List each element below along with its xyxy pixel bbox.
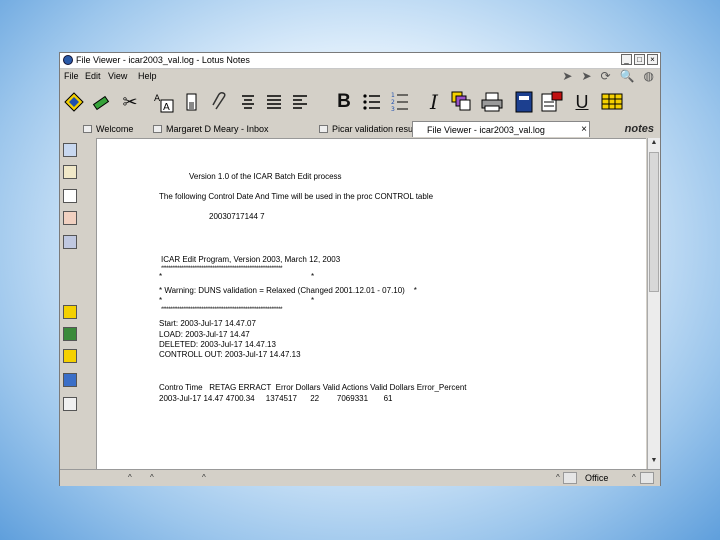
bold-icon[interactable]: B: [332, 89, 356, 115]
tab-label: Margaret D Meary - Inbox: [166, 124, 269, 134]
svg-text:A: A: [154, 94, 161, 104]
cut-icon[interactable]: ✂: [118, 89, 142, 115]
location-field[interactable]: Office: [585, 470, 608, 486]
menu-file[interactable]: File: [64, 69, 79, 84]
tab-validation-result[interactable]: Picar validation result: [318, 121, 420, 137]
mail-bookmark-icon[interactable]: [63, 143, 77, 157]
align-center-icon[interactable]: [236, 89, 260, 115]
history-bookmark-icon[interactable]: [63, 397, 77, 411]
tab-label: File Viewer - icar2003_val.log: [427, 125, 545, 135]
lotus-notes-app-icon: [63, 55, 73, 65]
highlighter-icon[interactable]: [90, 89, 114, 115]
more-bookmarks-icon[interactable]: [63, 349, 77, 363]
svg-text:2: 2: [391, 99, 395, 106]
maximize-button[interactable]: □: [634, 54, 645, 65]
scroll-thumb[interactable]: [649, 152, 659, 292]
menu-view[interactable]: View: [108, 69, 127, 84]
inbox-status-icon[interactable]: [640, 472, 654, 484]
navigate-icon[interactable]: [62, 89, 86, 115]
vertical-scrollbar[interactable]: ▲ ▼: [647, 138, 660, 469]
forward-arrow-icon[interactable]: ➤: [581, 69, 591, 84]
menu-edit[interactable]: Edit: [85, 69, 101, 84]
address-bookmark-icon[interactable]: [63, 189, 77, 203]
tab-inbox[interactable]: Margaret D Meary - Inbox: [152, 121, 272, 137]
favorites-bookmark-icon[interactable]: [63, 305, 77, 319]
tab-label: Welcome: [96, 124, 134, 134]
underline-icon[interactable]: U: [570, 89, 594, 115]
scroll-down-icon[interactable]: ▼: [648, 456, 660, 466]
search-icon[interactable]: 🔍: [620, 69, 635, 84]
status-indicator[interactable]: [563, 472, 577, 484]
scroll-up-icon[interactable]: ▲: [648, 138, 660, 148]
calendar-bookmark-icon[interactable]: [63, 165, 77, 179]
log-line: Start: 2003-Jul-17 14.47.07: [159, 319, 256, 328]
log-line: ICAR Edit Program, Version 2003, March 1…: [161, 255, 341, 264]
minimize-button[interactable]: _: [621, 54, 632, 65]
notes-brand-logo: notes: [624, 123, 654, 135]
log-line: * *: [159, 272, 315, 281]
tab-welcome[interactable]: Welcome: [82, 121, 148, 137]
log-line: DELETED: 2003-Jul-17 14.47.13: [159, 340, 276, 349]
attachment-icon[interactable]: [208, 89, 232, 115]
lotus-notes-window: File Viewer - icar2003_val.log - Lotus N…: [59, 52, 661, 486]
svg-text:A: A: [163, 102, 170, 113]
align-left-icon[interactable]: [288, 89, 312, 115]
tab-close-icon[interactable]: ×: [581, 122, 587, 138]
log-line: CONTROLL OUT: 2003-Jul-17 14.47.13: [159, 350, 301, 359]
log-line: LOAD: 2003-Jul-17 14.47: [159, 330, 250, 339]
menu-bar: File Edit View Help ➤ ➤ ⟳ 🔍 ◍: [60, 69, 660, 84]
styles-icon[interactable]: [450, 89, 474, 115]
title-bar[interactable]: File Viewer - icar2003_val.log - Lotus N…: [60, 53, 660, 69]
status-up-icon[interactable]: ^: [150, 470, 154, 486]
address-book-icon[interactable]: [512, 89, 536, 115]
italic-icon[interactable]: I: [422, 89, 446, 115]
status-up-icon[interactable]: ^: [632, 470, 636, 486]
status-bar: ^ ^ ^ ^ Office ^: [60, 469, 660, 486]
menu-help[interactable]: Help: [138, 69, 157, 84]
status-up-icon[interactable]: ^: [556, 470, 560, 486]
databases-bookmark-icon[interactable]: [63, 327, 77, 341]
table-icon[interactable]: [600, 89, 624, 115]
paint-icon[interactable]: [180, 89, 204, 115]
align-full-icon[interactable]: [262, 89, 286, 115]
log-line: * Warning: DUNS validation = Relaxed (Ch…: [159, 286, 417, 295]
internet-bookmark-icon[interactable]: [63, 373, 77, 387]
tab-file-viewer[interactable]: File Viewer - icar2003_val.log ×: [412, 121, 590, 137]
log-line: The following Control Date And Time will…: [159, 192, 434, 201]
refresh-icon[interactable]: ⟳: [601, 69, 611, 84]
printer-icon[interactable]: [480, 89, 504, 115]
close-button[interactable]: ×: [647, 54, 658, 65]
log-line: 2003-Jul-17 14.47 4700.34 1374517 22 706…: [159, 394, 393, 403]
todo-bookmark-icon[interactable]: [63, 211, 77, 225]
toolbar: ✂ AA B 123 I U: [60, 86, 660, 120]
tab-label: Picar validation result: [332, 124, 418, 134]
log-line: * *: [159, 296, 315, 305]
log-line: Contro Time RETAG ERRACT Error Dollars V…: [159, 383, 467, 392]
svg-text:1: 1: [391, 92, 395, 99]
tab-bar: Welcome Margaret D Meary - Inbox Picar v…: [80, 121, 660, 137]
svg-text:3: 3: [391, 106, 395, 113]
document-properties-icon[interactable]: [540, 89, 564, 115]
status-up-icon[interactable]: ^: [128, 470, 132, 486]
bullet-list-icon[interactable]: [360, 89, 384, 115]
back-arrow-icon[interactable]: ➤: [562, 69, 572, 84]
inbox-icon: [153, 125, 162, 133]
log-line: 20030717144 7: [209, 212, 265, 221]
replicator-bookmark-icon[interactable]: [63, 235, 77, 249]
font-size-icon[interactable]: AA: [152, 89, 176, 115]
numbered-list-icon[interactable]: 123: [388, 89, 412, 115]
log-separator: ****************************************…: [161, 307, 283, 313]
window-title: File Viewer - icar2003_val.log - Lotus N…: [76, 55, 250, 65]
log-line: Version 1.0 of the ICAR Batch Edit proce…: [189, 172, 342, 181]
bookmark-bar: [60, 137, 80, 467]
status-up-icon[interactable]: ^: [202, 470, 206, 486]
home-icon: [83, 125, 92, 133]
log-document: Version 1.0 of the ICAR Batch Edit proce…: [96, 138, 646, 469]
globe-icon[interactable]: ◍: [644, 69, 654, 84]
document-icon: [319, 125, 328, 133]
